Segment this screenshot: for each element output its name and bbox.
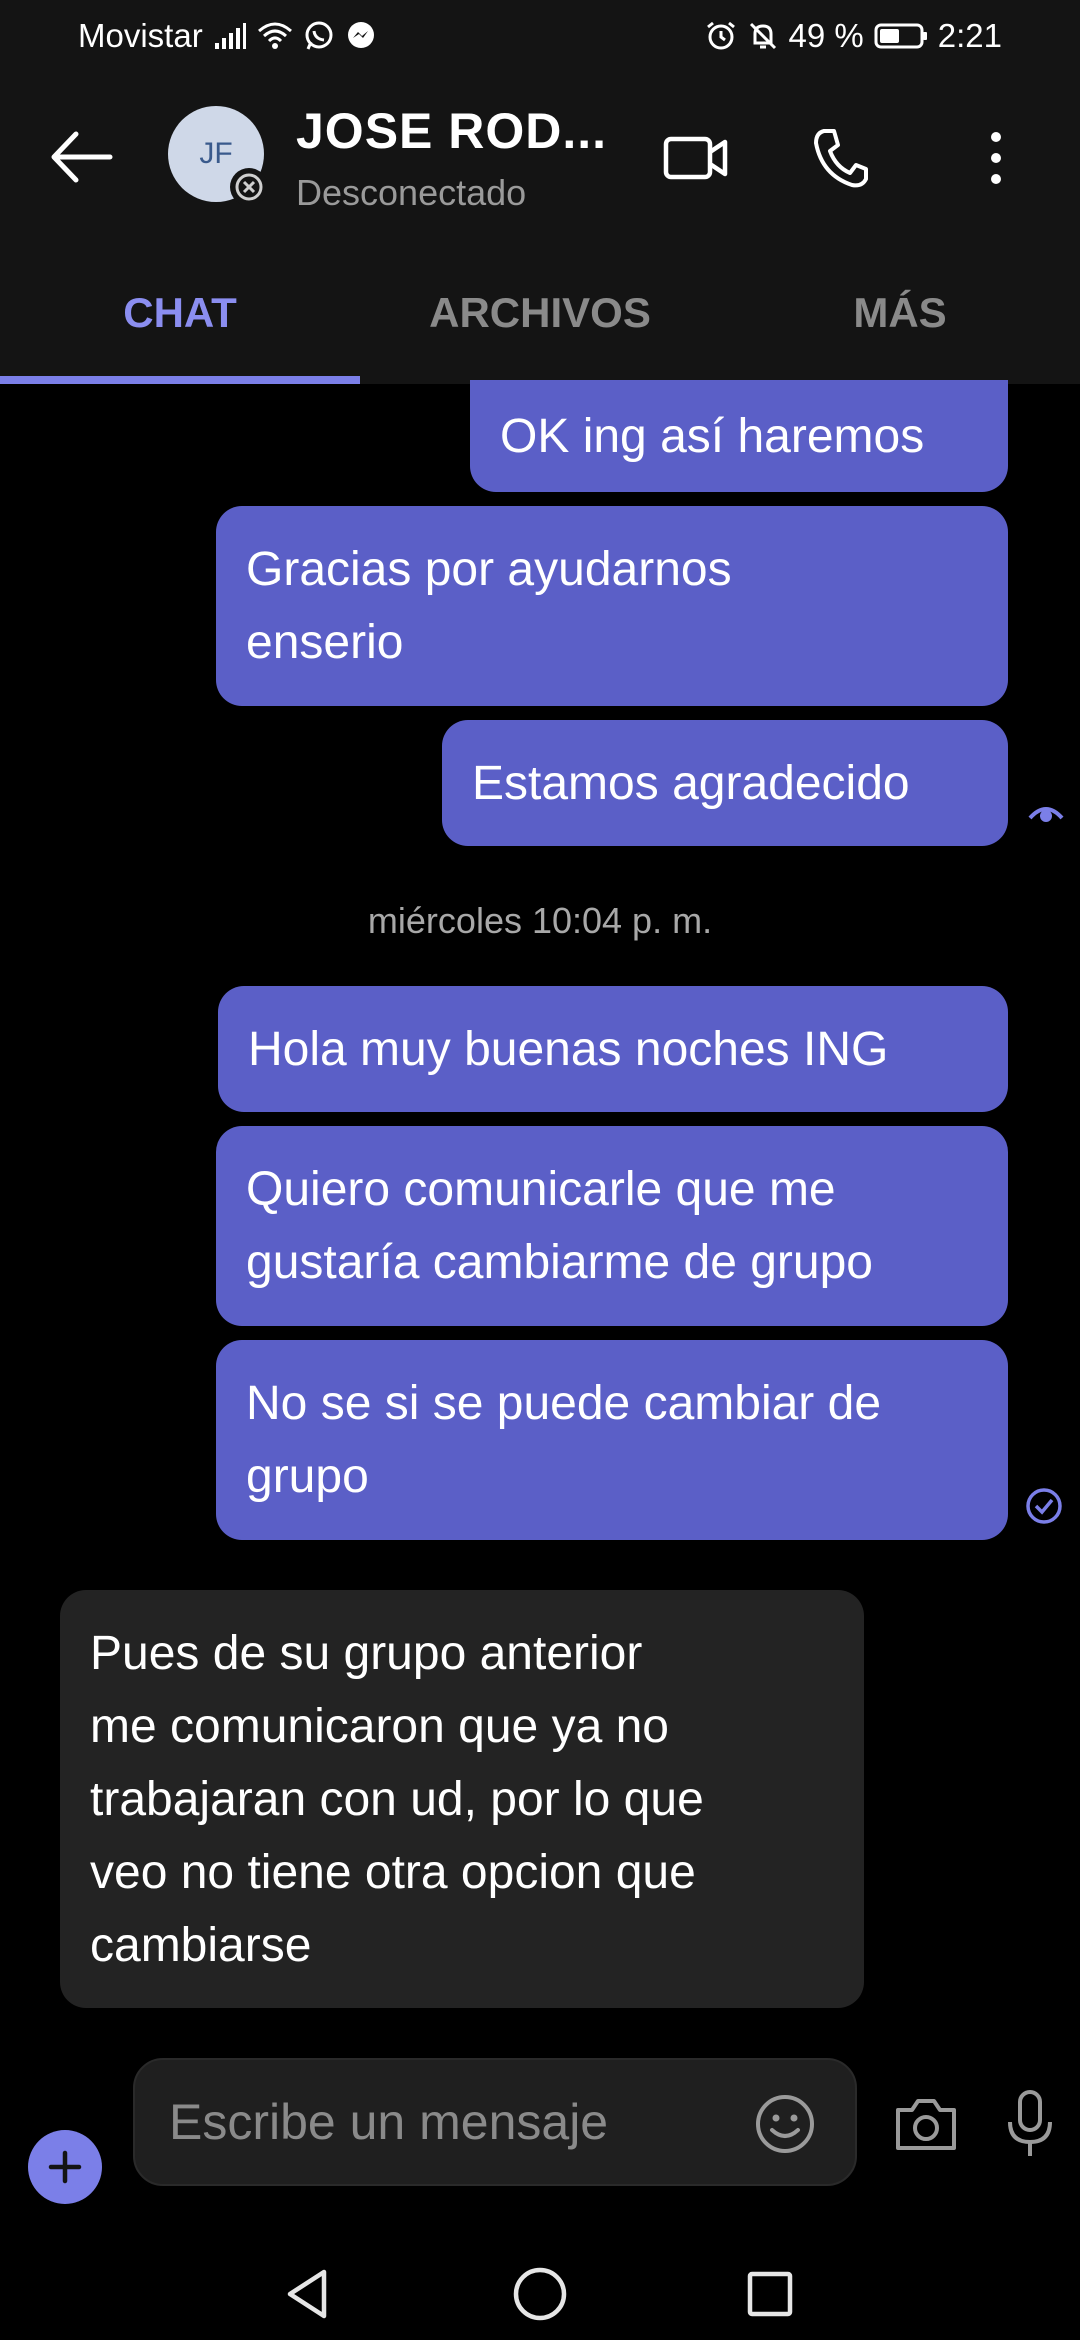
emoji-icon: [756, 2095, 814, 2153]
arrow-left-icon: [51, 131, 113, 183]
signal-icon: [213, 21, 247, 51]
message-bubble-outgoing[interactable]: No se si se puede cambiar de grupo: [216, 1340, 1008, 1540]
alarm-icon: [705, 20, 737, 52]
system-navigation-bar: [0, 2250, 1080, 2340]
message-bubble-outgoing[interactable]: OK ing así haremos: [470, 380, 1008, 492]
camera-button[interactable]: [890, 2088, 962, 2160]
message-bubble-outgoing[interactable]: Hola muy buenas noches ING: [218, 986, 1008, 1112]
message-text: Quiero comunicarle que me: [246, 1163, 836, 1216]
battery-percent: 49 %: [788, 17, 864, 54]
carrier-label: Movistar: [78, 17, 203, 54]
chat-header: JF JOSE ROD... Desconectado: [0, 72, 1080, 242]
microphone-button[interactable]: [994, 2086, 1066, 2162]
camera-icon: [896, 2099, 956, 2150]
tab-archivos[interactable]: ARCHIVOS: [360, 242, 720, 384]
tab-mas-label: MÁS: [853, 289, 947, 336]
contact-status: Desconectado: [296, 172, 527, 213]
message-bubble-incoming[interactable]: Pues de su grupo anterior me comunicaron…: [60, 1590, 864, 2008]
battery-icon: [874, 22, 928, 50]
message-text: enserio: [246, 616, 404, 669]
video-call-button[interactable]: [660, 122, 732, 194]
tab-bar: CHAT ARCHIVOS MÁS: [0, 242, 1080, 384]
message-bubble-outgoing[interactable]: Gracias por ayudarnos enserio: [216, 506, 1008, 706]
back-triangle-icon: [287, 2269, 327, 2319]
recents-square-icon: [747, 2271, 793, 2317]
home-circle-icon: [513, 2267, 567, 2321]
message-input[interactable]: [169, 2060, 729, 2184]
avatar-initials: JF: [199, 137, 233, 170]
message-text: Estamos agradecido: [472, 756, 910, 810]
active-tab-indicator: [0, 376, 360, 384]
nav-home-button[interactable]: [508, 2262, 572, 2326]
message-bubble-outgoing[interactable]: Quiero comunicarle que me gustaría cambi…: [216, 1126, 1008, 1326]
message-text: OK ing así haremos: [500, 409, 925, 463]
status-bar: Movistar 49 % 2:21: [0, 0, 1080, 72]
seen-icon: [1026, 794, 1066, 834]
contact-name[interactable]: JOSE ROD...: [296, 102, 607, 160]
more-options-button[interactable]: [960, 122, 1032, 194]
phone-call-button[interactable]: [804, 122, 876, 194]
message-text: Hola muy buenas noches ING: [248, 1022, 889, 1076]
bell-off-icon: [747, 20, 779, 52]
phone-icon: [814, 129, 868, 188]
message-text: me comunicaron que ya no: [90, 1699, 669, 1753]
microphone-icon: [1008, 2090, 1052, 2156]
message-text: trabajaran con ud, por lo que: [90, 1772, 704, 1826]
tab-chat[interactable]: CHAT: [0, 242, 360, 384]
clock: 2:21: [937, 17, 1002, 54]
tab-chat-label: CHAT: [123, 289, 237, 336]
wifi-icon: [257, 21, 293, 51]
plus-icon: [48, 2150, 82, 2184]
add-attachment-button[interactable]: [28, 2130, 102, 2204]
nav-back-button[interactable]: [276, 2262, 340, 2326]
date-separator: miércoles 10:04 p. m.: [367, 900, 713, 941]
message-text: Pues de su grupo anterior: [90, 1626, 643, 1680]
nav-recents-button[interactable]: [738, 2262, 802, 2326]
video-call-icon: [663, 136, 728, 180]
message-input-container: [133, 2058, 857, 2186]
delivered-check-icon: [1024, 1486, 1064, 1526]
message-text: grupo: [246, 1450, 369, 1503]
message-text: Gracias por ayudarnos: [246, 543, 732, 596]
message-text: cambiarse: [90, 1918, 312, 1972]
message-text: veo no tiene otra opcion que: [90, 1845, 696, 1899]
offline-status-icon: [230, 168, 268, 206]
message-bubble-outgoing[interactable]: Estamos agradecido: [442, 720, 1008, 846]
emoji-button[interactable]: [753, 2092, 817, 2156]
tab-archivos-label: ARCHIVOS: [429, 289, 651, 336]
back-button[interactable]: [46, 122, 118, 192]
message-text: gustaría cambiarme de grupo: [246, 1236, 873, 1289]
tab-mas[interactable]: MÁS: [720, 242, 1080, 384]
whatsapp-icon: [303, 20, 335, 52]
message-text: No se si se puede cambiar de: [246, 1377, 882, 1430]
more-vertical-icon: [991, 132, 1001, 184]
messenger-icon: [345, 20, 377, 52]
